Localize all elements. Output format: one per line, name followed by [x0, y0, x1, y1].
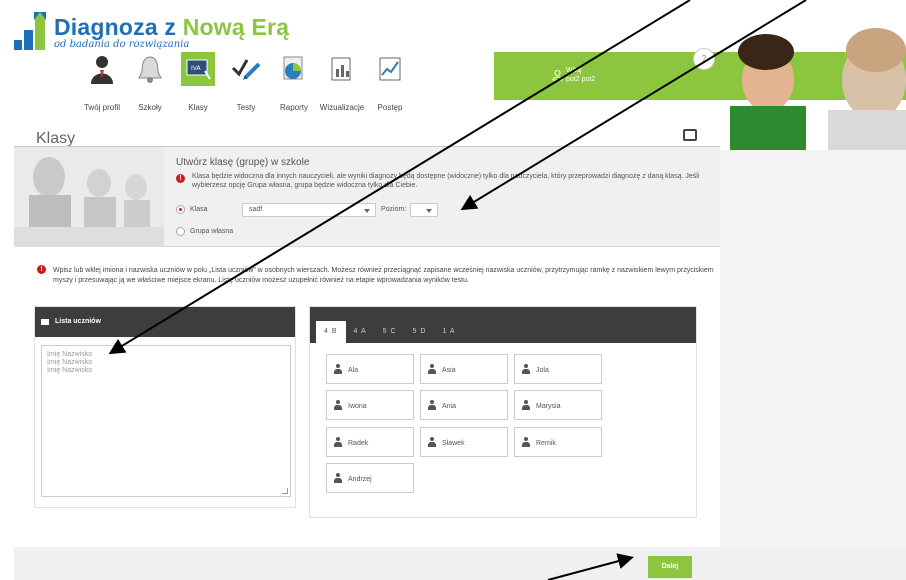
create-class-info: Klasa będzie widoczna dla innych nauczyc…	[192, 173, 700, 189]
person-icon	[334, 400, 342, 410]
tab-1a[interactable]: 1 A	[434, 321, 463, 343]
nav-item-visualizations[interactable]: Wizualizacje	[318, 52, 366, 112]
student-card[interactable]: Asia	[420, 354, 508, 384]
person-icon	[428, 400, 436, 410]
student-card[interactable]: Sławek	[420, 427, 508, 457]
student-card[interactable]: Andrzej	[326, 463, 414, 493]
classroom-photo	[14, 147, 164, 247]
warning-icon: !	[37, 265, 46, 274]
class-tabs: 4 B 4 A 5 C 5 D 1 A	[310, 307, 696, 343]
class-name-select[interactable]: sadf	[242, 203, 376, 217]
main-nav: Twój profil Szkoły IVA Klasy Testy Rapor…	[78, 52, 414, 112]
student-card[interactable]: Jola	[514, 354, 602, 384]
bell-icon	[133, 52, 167, 86]
print-icon[interactable]	[683, 129, 697, 141]
student-list-textarea[interactable]: Imię Nazwisko Imię Nazwisko Imię Nazwisk…	[41, 345, 291, 497]
radio-own-group[interactable]	[176, 227, 185, 236]
person-icon	[334, 364, 342, 374]
student-list-header: Lista uczniów	[35, 307, 295, 337]
nav-item-profile[interactable]: Twój profil	[78, 52, 126, 112]
chart-icon	[325, 52, 359, 86]
radio-class[interactable]	[176, 205, 185, 214]
list-icon	[41, 319, 49, 325]
chevron-down-icon	[426, 209, 432, 213]
instructions-text: Wpisz lub wklej imiona i nazwiska ucznió…	[53, 267, 714, 284]
person-icon	[428, 364, 436, 374]
svg-text:IVA: IVA	[191, 65, 201, 72]
radio-own-group-label: Grupa własna	[190, 228, 234, 235]
student-card[interactable]: Radek	[326, 427, 414, 457]
resize-handle[interactable]	[282, 488, 288, 494]
brand-logo[interactable]: Diagnoza z Nową Erą od badania do rozwią…	[14, 12, 289, 50]
person-icon	[428, 437, 436, 447]
radio-class-label: Klasa	[190, 206, 208, 213]
page: Diagnoza z Nową Erą od badania do rozwią…	[0, 0, 906, 580]
student-list-panel: Lista uczniów Imię Nazwisko Imię Nazwisk…	[34, 306, 296, 508]
user-name: pot2 pot2	[566, 76, 596, 83]
logo-icon	[14, 12, 48, 50]
brand-title: Diagnoza z Nową Erą	[54, 14, 290, 40]
person-icon	[522, 364, 530, 374]
report-icon	[277, 52, 311, 86]
student-card[interactable]: Ala	[326, 354, 414, 384]
class-name-select-value: sadf	[249, 206, 263, 213]
next-button[interactable]: Dalej	[648, 556, 692, 578]
person-icon	[334, 473, 342, 483]
nav-item-progress[interactable]: Postęp	[366, 52, 414, 112]
student-card[interactable]: Remik	[514, 427, 602, 457]
user-greeting[interactable]: Witaj pot2 pot2	[566, 66, 595, 84]
student-card[interactable]: Iwona	[326, 390, 414, 420]
nav-item-tests[interactable]: Testy	[222, 52, 270, 112]
nav-item-reports[interactable]: Raporty	[270, 52, 318, 112]
brand-subtitle: od badania do rozwiązania	[54, 39, 190, 50]
tab-5d[interactable]: 5 D	[405, 321, 435, 343]
warning-icon: !	[176, 174, 185, 183]
student-card[interactable]: Ania	[420, 390, 508, 420]
level-label: Poziom:	[381, 206, 407, 213]
create-class-title: Utwórz klasę (grupę) w szkole	[176, 157, 310, 168]
student-card[interactable]: Marysia	[514, 390, 602, 420]
chevron-down-icon	[364, 209, 370, 213]
profile-icon	[85, 52, 119, 86]
greeting-text: Witaj	[566, 67, 582, 74]
test-icon	[229, 52, 263, 86]
tab-4b[interactable]: 4 B	[316, 321, 346, 343]
person-icon	[522, 437, 530, 447]
footer-bar	[14, 547, 906, 580]
level-select[interactable]	[410, 203, 438, 217]
create-class-panel: Utwórz klasę (grupę) w szkole ! Klasa bę…	[14, 147, 720, 247]
person-icon	[522, 400, 530, 410]
progress-icon	[373, 52, 407, 86]
nav-item-schools[interactable]: Szkoły	[126, 52, 174, 112]
class-icon: IVA	[181, 52, 215, 86]
side-background	[720, 150, 906, 547]
nav-item-classes[interactable]: IVA Klasy	[174, 52, 222, 112]
person-icon	[334, 437, 342, 447]
header-photo	[716, 10, 906, 150]
user-icon	[552, 68, 563, 86]
help-button[interactable]: ?	[693, 48, 715, 70]
tab-5c[interactable]: 5 C	[375, 321, 405, 343]
tab-4a[interactable]: 4 A	[346, 321, 375, 343]
